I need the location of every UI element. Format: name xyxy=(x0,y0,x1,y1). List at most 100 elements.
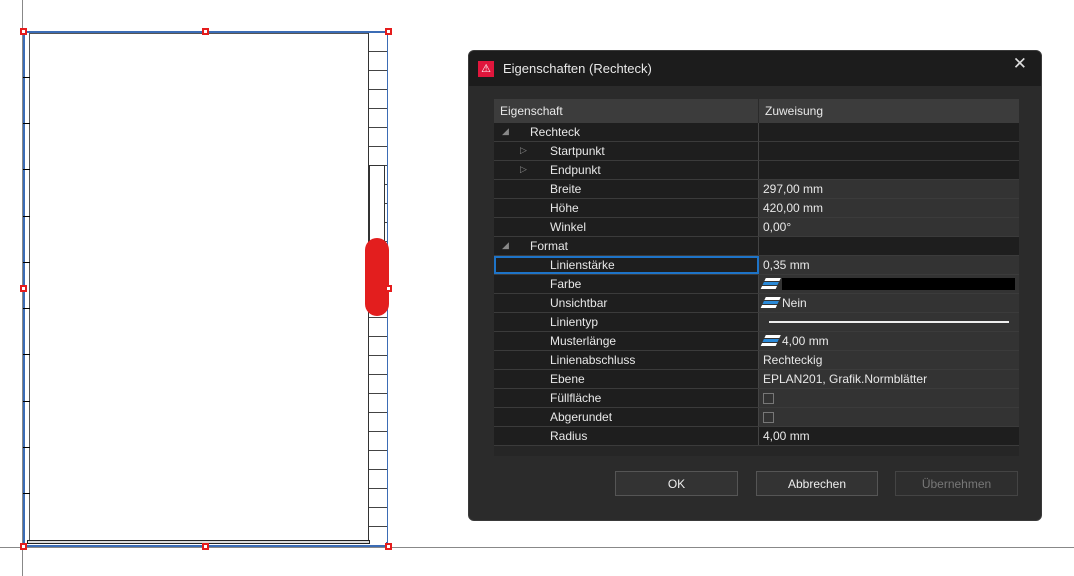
color-swatch[interactable] xyxy=(782,278,1015,290)
value-text: 297,00 mm xyxy=(763,182,824,196)
property-name: Unsichtbar xyxy=(494,294,759,312)
resize-handle[interactable] xyxy=(20,28,27,35)
property-value xyxy=(759,123,1019,141)
checkbox[interactable] xyxy=(763,411,774,423)
property-label: Linientyp xyxy=(550,315,599,329)
property-row[interactable]: Musterlänge 4,00 mm xyxy=(494,332,1019,351)
property-row[interactable]: ▷ Startpunkt xyxy=(494,142,1019,161)
property-name: Füllfläche xyxy=(494,389,759,407)
resize-handle[interactable] xyxy=(202,543,209,550)
property-name: Linienabschluss xyxy=(494,351,759,369)
property-label: Format xyxy=(530,239,569,253)
property-row[interactable]: Breite 297,00 mm xyxy=(494,180,1019,199)
property-name: Breite xyxy=(494,180,759,198)
property-value[interactable]: 4,00 mm xyxy=(759,332,1019,350)
column-header-property[interactable]: Eigenschaft xyxy=(494,99,759,123)
layer-icon xyxy=(760,297,781,309)
property-label: Rechteck xyxy=(530,125,581,139)
property-row[interactable]: Unsichtbar Nein xyxy=(494,294,1019,313)
property-label: Radius xyxy=(550,429,588,443)
property-row[interactable]: ◢ Format xyxy=(494,237,1019,256)
value-text: 0,00° xyxy=(763,220,792,234)
property-value xyxy=(759,237,1019,255)
collapse-arrow-icon[interactable]: ◢ xyxy=(502,126,509,137)
apply-button[interactable]: Übernehmen xyxy=(895,471,1018,496)
property-value[interactable]: Nein xyxy=(759,294,1019,312)
property-value[interactable] xyxy=(759,389,1019,407)
property-row[interactable]: Radius 4,00 mm xyxy=(494,427,1019,446)
property-label: Startpunkt xyxy=(550,144,605,158)
red-highlight-mark xyxy=(365,238,389,316)
property-row[interactable]: Linientyp xyxy=(494,313,1019,332)
property-row[interactable]: ▷ Endpunkt xyxy=(494,161,1019,180)
property-name: Abgerundet xyxy=(494,408,759,426)
property-label: Ebene xyxy=(550,372,585,386)
cancel-button[interactable]: Abbrechen xyxy=(756,471,878,496)
property-row[interactable]: Abgerundet xyxy=(494,408,1019,427)
page-frame xyxy=(29,33,369,542)
property-label: Breite xyxy=(550,182,582,196)
property-value[interactable] xyxy=(759,408,1019,426)
properties-dialog: ⚠ Eigenschaften (Rechteck) ✕ Eigenschaft… xyxy=(468,50,1042,521)
property-row[interactable]: Linienabschluss Rechteckig xyxy=(494,351,1019,370)
property-name: Farbe xyxy=(494,275,759,293)
property-name: ▷ Startpunkt xyxy=(494,142,759,160)
property-value[interactable]: 297,00 mm xyxy=(759,180,1019,198)
property-value[interactable] xyxy=(759,313,1019,331)
layer-icon xyxy=(760,335,781,347)
resize-handle[interactable] xyxy=(20,285,27,292)
property-label: Winkel xyxy=(550,220,587,234)
layer-icon xyxy=(760,278,781,290)
grid-header: Eigenschaft Zuweisung xyxy=(494,99,1019,123)
value-text: 420,00 mm xyxy=(763,201,824,215)
property-label: Abgerundet xyxy=(550,410,613,424)
property-label: Farbe xyxy=(550,277,582,291)
property-value[interactable]: 0,35 mm xyxy=(759,256,1019,274)
property-label: Musterlänge xyxy=(550,334,617,348)
linetype-preview xyxy=(769,321,1009,323)
property-value[interactable]: EPLAN201, Grafik.Normblätter xyxy=(759,370,1019,388)
expand-arrow-icon[interactable]: ▷ xyxy=(520,145,527,156)
property-name: ◢ Format xyxy=(494,237,759,255)
value-text: Nein xyxy=(782,296,807,310)
expand-arrow-icon[interactable]: ▷ xyxy=(520,164,527,175)
resize-handle[interactable] xyxy=(385,543,392,550)
bottom-strip xyxy=(27,540,370,544)
property-grid: Eigenschaft Zuweisung ◢ Rechteck ▷ Startpun… xyxy=(494,99,1019,456)
property-row[interactable]: Winkel 0,00° xyxy=(494,218,1019,237)
value-text: Rechteckig xyxy=(763,353,823,367)
property-value[interactable]: Rechteckig xyxy=(759,351,1019,369)
ok-button[interactable]: OK xyxy=(615,471,738,496)
property-row[interactable]: ◢ Rechteck xyxy=(494,123,1019,142)
property-name: ▷ Endpunkt xyxy=(494,161,759,179)
property-row[interactable]: Höhe 420,00 mm xyxy=(494,199,1019,218)
resize-handle[interactable] xyxy=(20,543,27,550)
property-value[interactable]: 420,00 mm xyxy=(759,199,1019,217)
close-icon[interactable]: ✕ xyxy=(1013,54,1027,74)
value-text: 4,00 mm xyxy=(782,334,829,348)
property-value[interactable] xyxy=(759,275,1019,293)
property-label: Linienabschluss xyxy=(550,353,636,367)
resize-handle[interactable] xyxy=(385,285,392,292)
property-label: Höhe xyxy=(550,201,579,215)
property-name: ◢ Rechteck xyxy=(494,123,759,141)
property-value xyxy=(759,142,1019,160)
dialog-titlebar: ⚠ Eigenschaften (Rechteck) xyxy=(469,51,1041,86)
property-row[interactable]: Linienstärke 0,35 mm xyxy=(494,256,1019,275)
property-row[interactable]: Füllfläche xyxy=(494,389,1019,408)
resize-handle[interactable] xyxy=(202,28,209,35)
eplan-app-icon: ⚠ xyxy=(478,60,494,77)
collapse-arrow-icon[interactable]: ◢ xyxy=(502,240,509,251)
property-row[interactable]: Ebene EPLAN201, Grafik.Normblätter xyxy=(494,370,1019,389)
checkbox[interactable] xyxy=(763,392,774,404)
property-name: Linientyp xyxy=(494,313,759,331)
property-value: 4,00 mm xyxy=(759,427,1019,445)
column-header-value[interactable]: Zuweisung xyxy=(759,99,1019,123)
property-name: Winkel xyxy=(494,218,759,236)
property-name: Ebene xyxy=(494,370,759,388)
property-row[interactable]: Farbe xyxy=(494,275,1019,294)
property-name: Radius xyxy=(494,427,759,445)
property-value[interactable]: 0,00° xyxy=(759,218,1019,236)
resize-handle[interactable] xyxy=(385,28,392,35)
property-value xyxy=(759,161,1019,179)
